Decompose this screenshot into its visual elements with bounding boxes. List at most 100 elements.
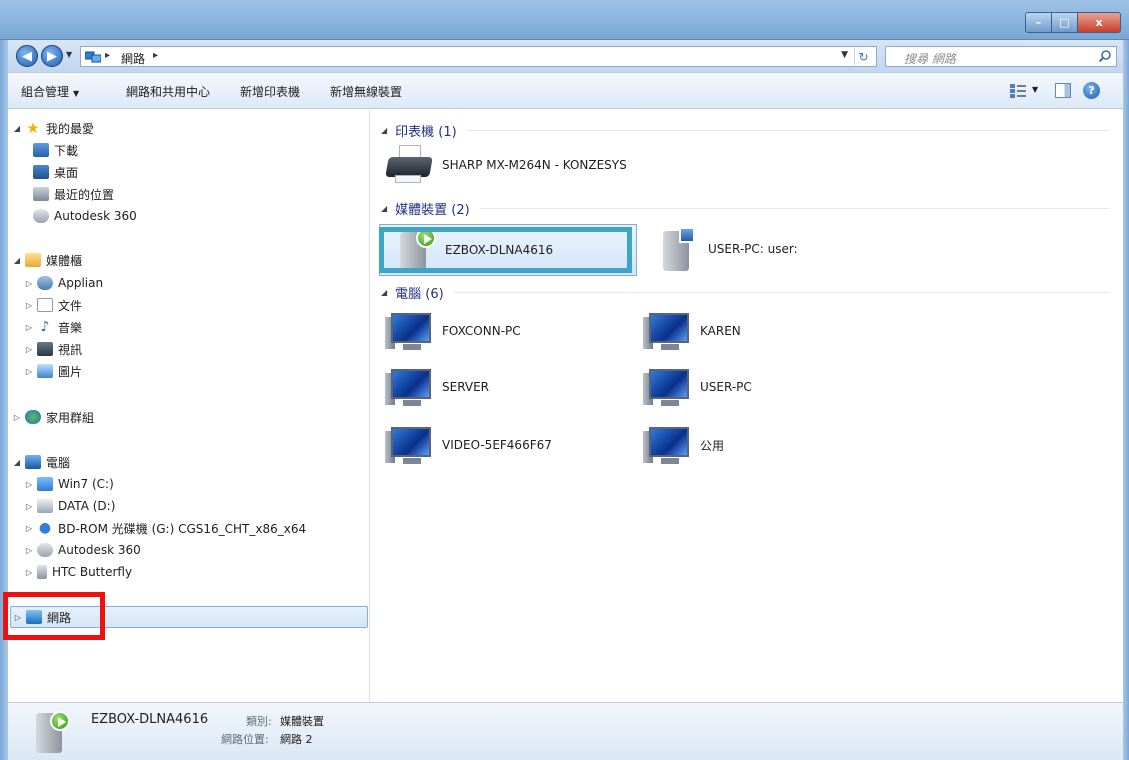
tree-documents[interactable]: ▷ 文件 bbox=[24, 295, 384, 315]
group-header-printers[interactable]: ◢ 印表機 (1) bbox=[381, 120, 1109, 140]
tree-libraries[interactable]: ◢ 媒體櫃 bbox=[12, 250, 372, 270]
expand-icon[interactable]: ▷ bbox=[12, 413, 22, 422]
tree-label: 家用群組 bbox=[46, 410, 95, 425]
tree-autodesk-fav[interactable]: Autodesk 360 bbox=[30, 206, 390, 226]
tree-label: DATA (D:) bbox=[58, 499, 116, 513]
address-dropdown[interactable]: ▼ bbox=[841, 50, 848, 60]
collapse-icon[interactable]: ◢ bbox=[381, 288, 387, 297]
recent-pages-dropdown[interactable]: ▼ bbox=[66, 50, 72, 59]
expand-icon[interactable]: ▷ bbox=[24, 345, 34, 354]
close-button[interactable]: x bbox=[1078, 13, 1120, 32]
tree-downloads[interactable]: 下載 bbox=[30, 140, 390, 160]
network-center-button[interactable]: 網路和共用中心 bbox=[126, 83, 210, 100]
minimize-button[interactable]: – bbox=[1026, 13, 1052, 32]
help-icon[interactable]: ? bbox=[1083, 82, 1100, 99]
tree-htc[interactable]: ▷ HTC Butterfly bbox=[24, 562, 384, 582]
tree-bdrom[interactable]: ▷ ● BD-ROM 光碟機 (G:) CGS16_CHT_x86_x64 bbox=[24, 518, 384, 538]
tree-autodesk-pc[interactable]: ▷ Autodesk 360 bbox=[24, 540, 384, 560]
expand-icon[interactable]: ▷ bbox=[24, 301, 34, 310]
tree-label: 音樂 bbox=[58, 320, 83, 335]
item-label: USER-PC: user: bbox=[708, 242, 798, 256]
tree-label: Applian bbox=[58, 276, 104, 290]
item-label: FOXCONN-PC bbox=[442, 324, 521, 338]
group-divider bbox=[479, 207, 1109, 209]
tree-label: Win7 (C:) bbox=[58, 477, 114, 491]
downloads-folder-icon bbox=[33, 143, 49, 157]
search-placeholder: 搜尋 網路 bbox=[904, 52, 956, 66]
group-divider bbox=[453, 291, 1109, 293]
add-wireless-button[interactable]: 新增無線裝置 bbox=[330, 83, 402, 100]
search-icon[interactable] bbox=[1098, 49, 1112, 63]
expand-icon[interactable]: ▷ bbox=[24, 546, 34, 555]
tree-pictures[interactable]: ▷ 圖片 bbox=[24, 361, 384, 381]
collapse-icon[interactable]: ◢ bbox=[12, 458, 22, 467]
refresh-icon[interactable]: ↻ bbox=[854, 48, 872, 65]
tree-favorites[interactable]: ◢ ★ 我的最愛 bbox=[12, 118, 372, 138]
tree-recent[interactable]: 最近的位置 bbox=[30, 184, 390, 204]
tree-drive-c[interactable]: ▷ Win7 (C:) bbox=[24, 474, 384, 494]
organize-menu[interactable]: 組合管理 ▼ bbox=[21, 83, 79, 100]
title-bar[interactable]: – □ x bbox=[0, 0, 1129, 40]
document-icon bbox=[37, 298, 53, 312]
tree-drive-d[interactable]: ▷ DATA (D:) bbox=[24, 496, 384, 516]
details-category-label: 類別: bbox=[246, 715, 272, 728]
tree-label: 我的最愛 bbox=[46, 121, 95, 136]
desktop-icon bbox=[33, 165, 49, 179]
recent-places-icon bbox=[33, 187, 49, 201]
collapse-icon[interactable]: ◢ bbox=[12, 124, 22, 133]
tree-videos[interactable]: ▷ 視訊 bbox=[24, 339, 384, 359]
address-bar[interactable]: ▸ 網路 ▸ ▼ ↻ bbox=[80, 46, 877, 67]
computer-icon bbox=[643, 365, 691, 409]
tree-label: 圖片 bbox=[58, 364, 83, 379]
search-input[interactable]: 搜尋 網路 bbox=[885, 46, 1117, 67]
maximize-button[interactable]: □ bbox=[1052, 13, 1078, 32]
computer-icon bbox=[25, 455, 41, 469]
breadcrumb-separator[interactable]: ▸ bbox=[153, 50, 158, 61]
computer-item[interactable]: USER-PC bbox=[643, 362, 752, 412]
tree-homegroup[interactable]: ▷ 家用群組 bbox=[12, 407, 372, 427]
expand-icon[interactable]: ▷ bbox=[24, 323, 34, 332]
collapse-icon[interactable]: ◢ bbox=[12, 256, 22, 265]
computer-item[interactable]: SERVER bbox=[385, 362, 489, 412]
tree-computer[interactable]: ◢ 電腦 bbox=[12, 452, 372, 472]
printer-item[interactable]: SHARP MX-M264N - KONZESYS bbox=[385, 140, 627, 190]
computer-icon bbox=[385, 309, 433, 353]
expand-icon[interactable]: ▷ bbox=[24, 502, 34, 511]
collapse-icon[interactable]: ◢ bbox=[381, 126, 387, 135]
tree-applian[interactable]: ▷ Applian bbox=[24, 273, 384, 293]
media-item-userpc[interactable]: USER-PC: user: bbox=[651, 224, 798, 274]
back-button[interactable]: ◀ bbox=[16, 45, 38, 67]
expand-icon[interactable]: ▷ bbox=[24, 480, 34, 489]
computer-item[interactable]: KAREN bbox=[643, 306, 741, 356]
breadcrumb-separator[interactable]: ▸ bbox=[105, 50, 110, 61]
group-header-computers[interactable]: ◢ 電腦 (6) bbox=[381, 282, 1109, 302]
collapse-icon[interactable]: ◢ bbox=[381, 204, 387, 213]
tree-label: Autodesk 360 bbox=[58, 543, 141, 557]
group-header-media[interactable]: ◢ 媒體裝置 (2) bbox=[381, 198, 1109, 218]
tree-desktop[interactable]: 桌面 bbox=[30, 162, 390, 182]
expand-icon[interactable]: ▷ bbox=[24, 367, 34, 376]
add-printer-button[interactable]: 新增印表機 bbox=[240, 83, 300, 100]
forward-button[interactable]: ▶ bbox=[41, 45, 63, 67]
preview-pane-icon[interactable] bbox=[1055, 83, 1071, 98]
expand-icon[interactable]: ▷ bbox=[24, 279, 34, 288]
tree-music[interactable]: ▷ ♪ 音樂 bbox=[24, 317, 384, 337]
homegroup-icon bbox=[25, 410, 41, 424]
view-dropdown[interactable]: ▼ bbox=[1032, 85, 1038, 94]
disc-drive-icon: ● bbox=[38, 520, 52, 536]
view-options-icon[interactable] bbox=[1010, 83, 1026, 98]
computer-icon bbox=[385, 423, 433, 467]
computer-item[interactable]: FOXCONN-PC bbox=[385, 306, 521, 356]
expand-icon[interactable]: ▷ bbox=[24, 524, 34, 533]
details-item-name: EZBOX-DLNA4616 bbox=[91, 712, 209, 727]
details-pane: EZBOX-DLNA4616 類別: 媒體裝置 網路位置: 網路 2 bbox=[8, 702, 1123, 760]
cloud-icon bbox=[37, 543, 53, 557]
applian-icon bbox=[37, 276, 53, 290]
breadcrumb-network[interactable]: 網路 bbox=[121, 50, 145, 67]
computer-item[interactable]: VIDEO-5EF466F67 bbox=[385, 420, 552, 470]
expand-icon[interactable]: ▷ bbox=[24, 568, 34, 577]
highlight-box-media bbox=[379, 227, 632, 273]
item-label: 公用 bbox=[700, 438, 725, 453]
computer-item[interactable]: 公用 bbox=[643, 420, 724, 470]
tree-label: 視訊 bbox=[58, 342, 83, 357]
